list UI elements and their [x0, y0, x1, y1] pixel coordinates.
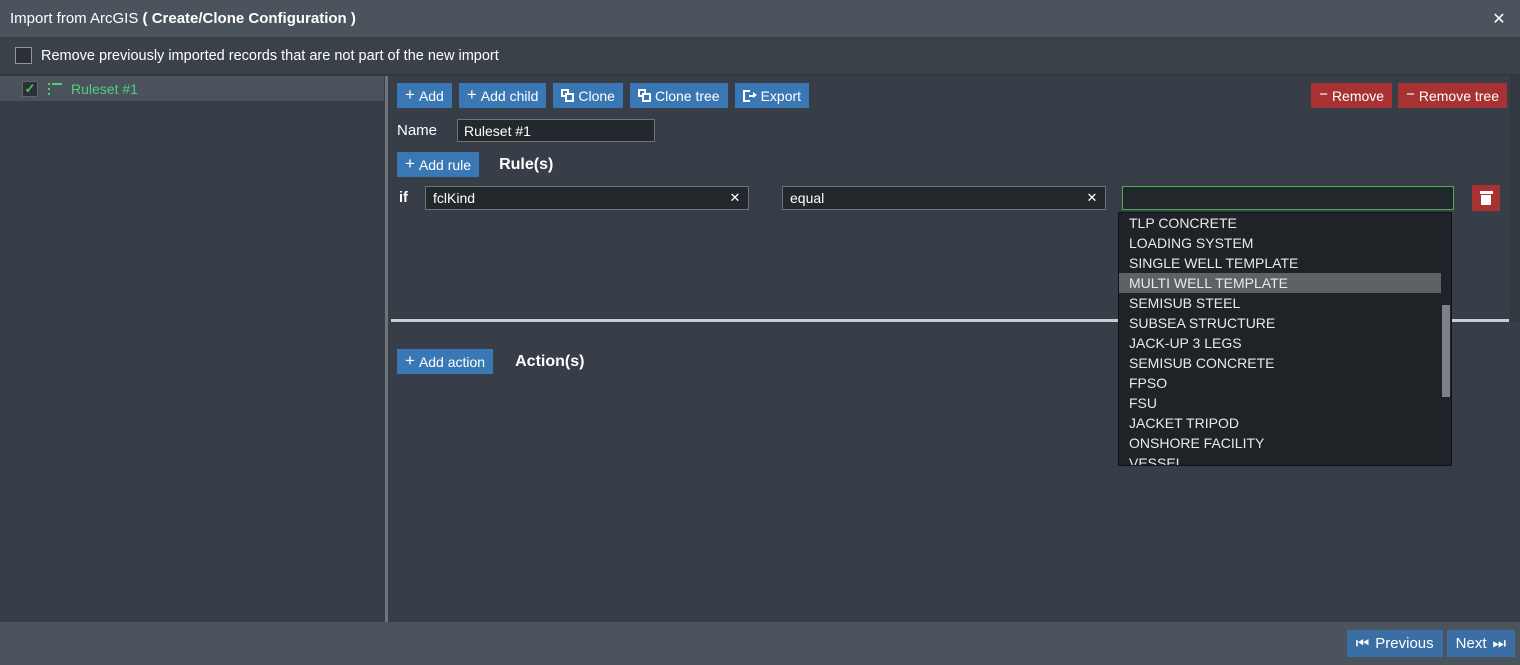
dropdown-scrollbar[interactable]: [1441, 213, 1451, 465]
dropdown-item[interactable]: ONSHORE FACILITY: [1119, 433, 1451, 453]
dropdown-item[interactable]: VESSEL: [1119, 453, 1451, 465]
editor-toolbar-right: − Remove − Remove tree: [1311, 83, 1507, 108]
remove-previous-label: Remove previously imported records that …: [41, 47, 499, 64]
previous-icon: ⏮: [1355, 635, 1370, 652]
remove-button[interactable]: − Remove: [1311, 83, 1393, 108]
clone-tree-button-label: Clone tree: [654, 87, 720, 104]
dropdown-item[interactable]: FSU: [1119, 393, 1451, 413]
rule-value-combobox[interactable]: [1122, 186, 1454, 210]
add-child-button[interactable]: + Add child: [458, 83, 547, 108]
dropdown-item[interactable]: SEMISUB STEEL: [1119, 293, 1451, 313]
clone-icon: [637, 89, 651, 102]
footer-bar: ⏮ Previous Next ⏭: [0, 622, 1520, 665]
remove-button-label: Remove: [1331, 87, 1385, 104]
previous-button[interactable]: ⏮ Previous: [1346, 630, 1443, 657]
rule-operator-combobox[interactable]: equal ✕: [782, 186, 1106, 210]
dropdown-item[interactable]: SUBSEA STRUCTURE: [1119, 313, 1451, 333]
clone-icon: [561, 89, 575, 102]
minus-icon: −: [1319, 86, 1328, 103]
navigation-buttons: ⏮ Previous Next ⏭: [1346, 630, 1515, 657]
clear-icon[interactable]: ✕: [722, 190, 748, 206]
name-input[interactable]: [457, 119, 655, 142]
add-button-label: Add: [418, 87, 444, 104]
dropdown-item[interactable]: TLP CONCRETE: [1119, 213, 1451, 233]
dropdown-item[interactable]: MULTI WELL TEMPLATE: [1119, 273, 1451, 293]
minus-icon: −: [1406, 86, 1415, 103]
trash-icon: [1479, 191, 1493, 205]
window-title-subtitle: ( Create/Clone Configuration ): [142, 10, 356, 27]
actions-header: + Add action Action(s): [397, 349, 584, 374]
editor-toolbar: + Add + Add child Clone Clone tree Expor…: [397, 83, 810, 108]
dropdown-item[interactable]: LOADING SYSTEM: [1119, 233, 1451, 253]
plus-icon: +: [405, 85, 415, 104]
dropdown-item[interactable]: FPSO: [1119, 373, 1451, 393]
if-label: if: [399, 190, 408, 206]
rule-field-value: fclKind: [433, 190, 476, 206]
name-label: Name: [397, 122, 438, 139]
rule-row: if fclKind ✕ equal ✕: [393, 185, 1508, 211]
clone-button[interactable]: Clone: [553, 83, 623, 108]
previous-button-label: Previous: [1375, 635, 1434, 652]
add-child-button-label: Add child: [480, 87, 539, 104]
list-icon: [48, 82, 62, 95]
dropdown-scrollbar-thumb[interactable]: [1442, 305, 1450, 397]
dropdown-item[interactable]: JACKET TRIPOD: [1119, 413, 1451, 433]
clear-icon[interactable]: ✕: [1079, 190, 1105, 206]
name-row: Name: [397, 119, 655, 142]
panel-splitter[interactable]: [385, 76, 388, 622]
rule-operator-value: equal: [790, 190, 825, 206]
actions-section-title: Action(s): [515, 352, 585, 370]
ruleset-tree-panel: ✓ Ruleset #1: [0, 76, 384, 622]
export-button-label: Export: [760, 87, 802, 104]
clone-tree-button[interactable]: Clone tree: [629, 83, 728, 108]
plus-icon: +: [405, 154, 415, 173]
options-bar: Remove previously imported records that …: [0, 37, 1520, 75]
rule-field-combobox[interactable]: fclKind ✕: [425, 186, 749, 210]
next-icon: ⏭: [1492, 635, 1506, 652]
remove-previous-checkbox[interactable]: [15, 47, 32, 64]
window-title-main: Import from ArcGIS: [10, 10, 139, 27]
dropdown-item[interactable]: JACK-UP 3 LEGS: [1119, 333, 1451, 353]
import-arcgis-dialog: Import from ArcGIS ( Create/Clone Config…: [0, 0, 1520, 665]
export-button[interactable]: Export: [734, 83, 810, 108]
plus-icon: +: [466, 85, 477, 104]
remove-tree-button-label: Remove tree: [1418, 87, 1499, 104]
tree-item-label: Ruleset #1: [71, 80, 138, 97]
plus-icon: +: [405, 351, 415, 370]
next-button[interactable]: Next ⏭: [1446, 630, 1515, 657]
next-button-label: Next: [1455, 635, 1487, 652]
close-icon[interactable]: ✕: [1478, 0, 1520, 37]
add-rule-button[interactable]: + Add rule: [397, 152, 480, 177]
delete-rule-button[interactable]: [1472, 185, 1500, 211]
add-action-button-label: Add action: [418, 353, 486, 370]
editor-right-margin-lower: [1510, 322, 1520, 622]
window-title: Import from ArcGIS ( Create/Clone Config…: [10, 10, 356, 27]
dropdown-item[interactable]: SEMISUB CONCRETE: [1119, 353, 1451, 373]
rules-section-title: Rule(s): [499, 155, 554, 173]
tree-item-ruleset-1[interactable]: ✓ Ruleset #1: [0, 76, 384, 101]
rules-header: + Add rule Rule(s): [397, 152, 553, 177]
add-button[interactable]: + Add: [397, 83, 452, 108]
add-rule-button-label: Add rule: [418, 156, 472, 173]
clone-button-label: Clone: [578, 87, 615, 104]
dropdown-item[interactable]: SINGLE WELL TEMPLATE: [1119, 253, 1451, 273]
rule-value-dropdown-list[interactable]: TLP CONCRETE LOADING SYSTEM SINGLE WELL TE…: [1118, 212, 1452, 466]
export-icon: [742, 89, 757, 102]
tree-item-checkbox[interactable]: ✓: [22, 80, 38, 97]
title-bar: Import from ArcGIS ( Create/Clone Config…: [0, 0, 1520, 37]
remove-tree-button[interactable]: − Remove tree: [1398, 83, 1507, 108]
add-action-button[interactable]: + Add action: [397, 349, 494, 374]
